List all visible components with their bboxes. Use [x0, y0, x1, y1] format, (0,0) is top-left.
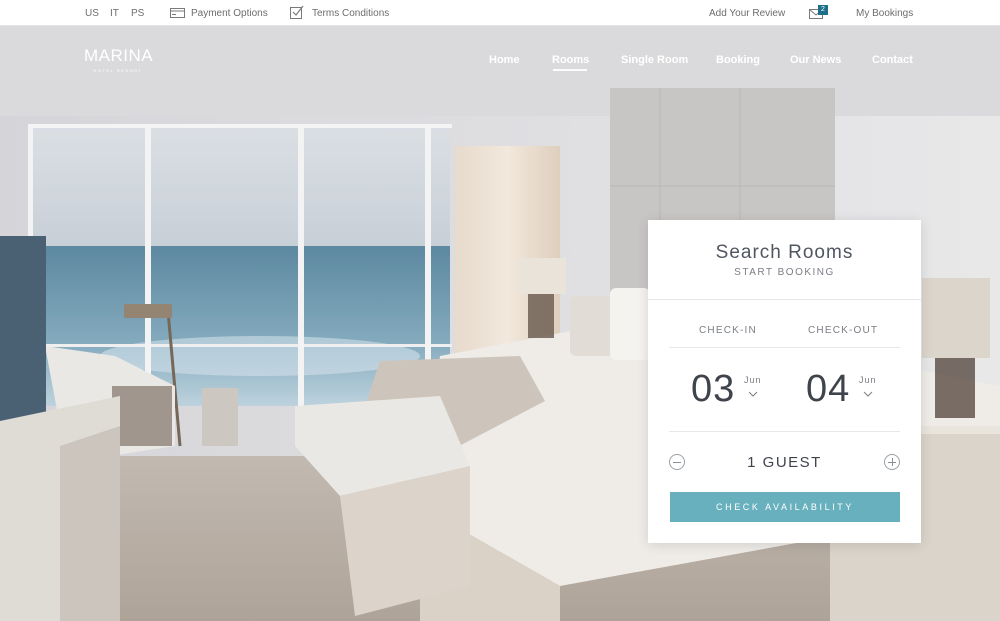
checkout-month[interactable]: Jun: [859, 375, 877, 385]
chevron-down-icon[interactable]: [863, 391, 873, 397]
divider: [669, 347, 900, 348]
booking-panel: Search Rooms START BOOKING CHECK-IN CHEC…: [648, 220, 921, 543]
logo-tagline: HOTEL RESORT: [93, 68, 143, 73]
panel-title: Search Rooms: [715, 242, 854, 263]
checkbox-icon: [290, 5, 304, 19]
checkout-day[interactable]: 04: [806, 368, 850, 411]
terms-conditions-link[interactable]: Terms Conditions: [312, 8, 389, 19]
top-utility-bar: US IT PS Payment Options Terms Condition…: [0, 0, 1000, 26]
checkin-day[interactable]: 03: [691, 368, 735, 411]
panel-subtitle: START BOOKING: [734, 267, 835, 278]
divider: [669, 431, 900, 432]
add-review-link[interactable]: Add Your Review: [709, 8, 785, 19]
language-ps[interactable]: PS: [131, 8, 144, 19]
nav-contact[interactable]: Contact: [872, 54, 913, 66]
guest-increment-icon[interactable]: [884, 454, 900, 470]
language-us[interactable]: US: [85, 8, 99, 19]
marina-logo[interactable]: MARINA HOTEL RESORT: [84, 46, 154, 73]
nav-single-room[interactable]: Single Room: [621, 54, 688, 66]
nav-rooms[interactable]: Rooms: [552, 54, 589, 66]
chevron-down-icon[interactable]: [748, 391, 758, 397]
checkout-label: CHECK-OUT: [808, 325, 879, 336]
check-availability-button[interactable]: CHECK AVAILABILITY: [670, 492, 900, 522]
checkin-month[interactable]: Jun: [744, 375, 762, 385]
divider: [648, 299, 921, 300]
payment-options-link[interactable]: Payment Options: [191, 8, 268, 19]
nav-booking[interactable]: Booking: [716, 54, 760, 66]
my-bookings-link[interactable]: My Bookings: [856, 8, 913, 19]
logo-name: MARINA: [84, 46, 154, 65]
nav-our-news[interactable]: Our News: [790, 54, 841, 66]
nav-home[interactable]: Home: [489, 54, 520, 66]
nav-active-underline: [553, 69, 587, 71]
messages-count-badge: 2: [818, 5, 828, 15]
language-it[interactable]: IT: [110, 8, 119, 19]
credit-card-icon: [170, 8, 185, 18]
guest-count: 1 GUEST: [747, 454, 822, 471]
checkin-label: CHECK-IN: [699, 325, 757, 336]
